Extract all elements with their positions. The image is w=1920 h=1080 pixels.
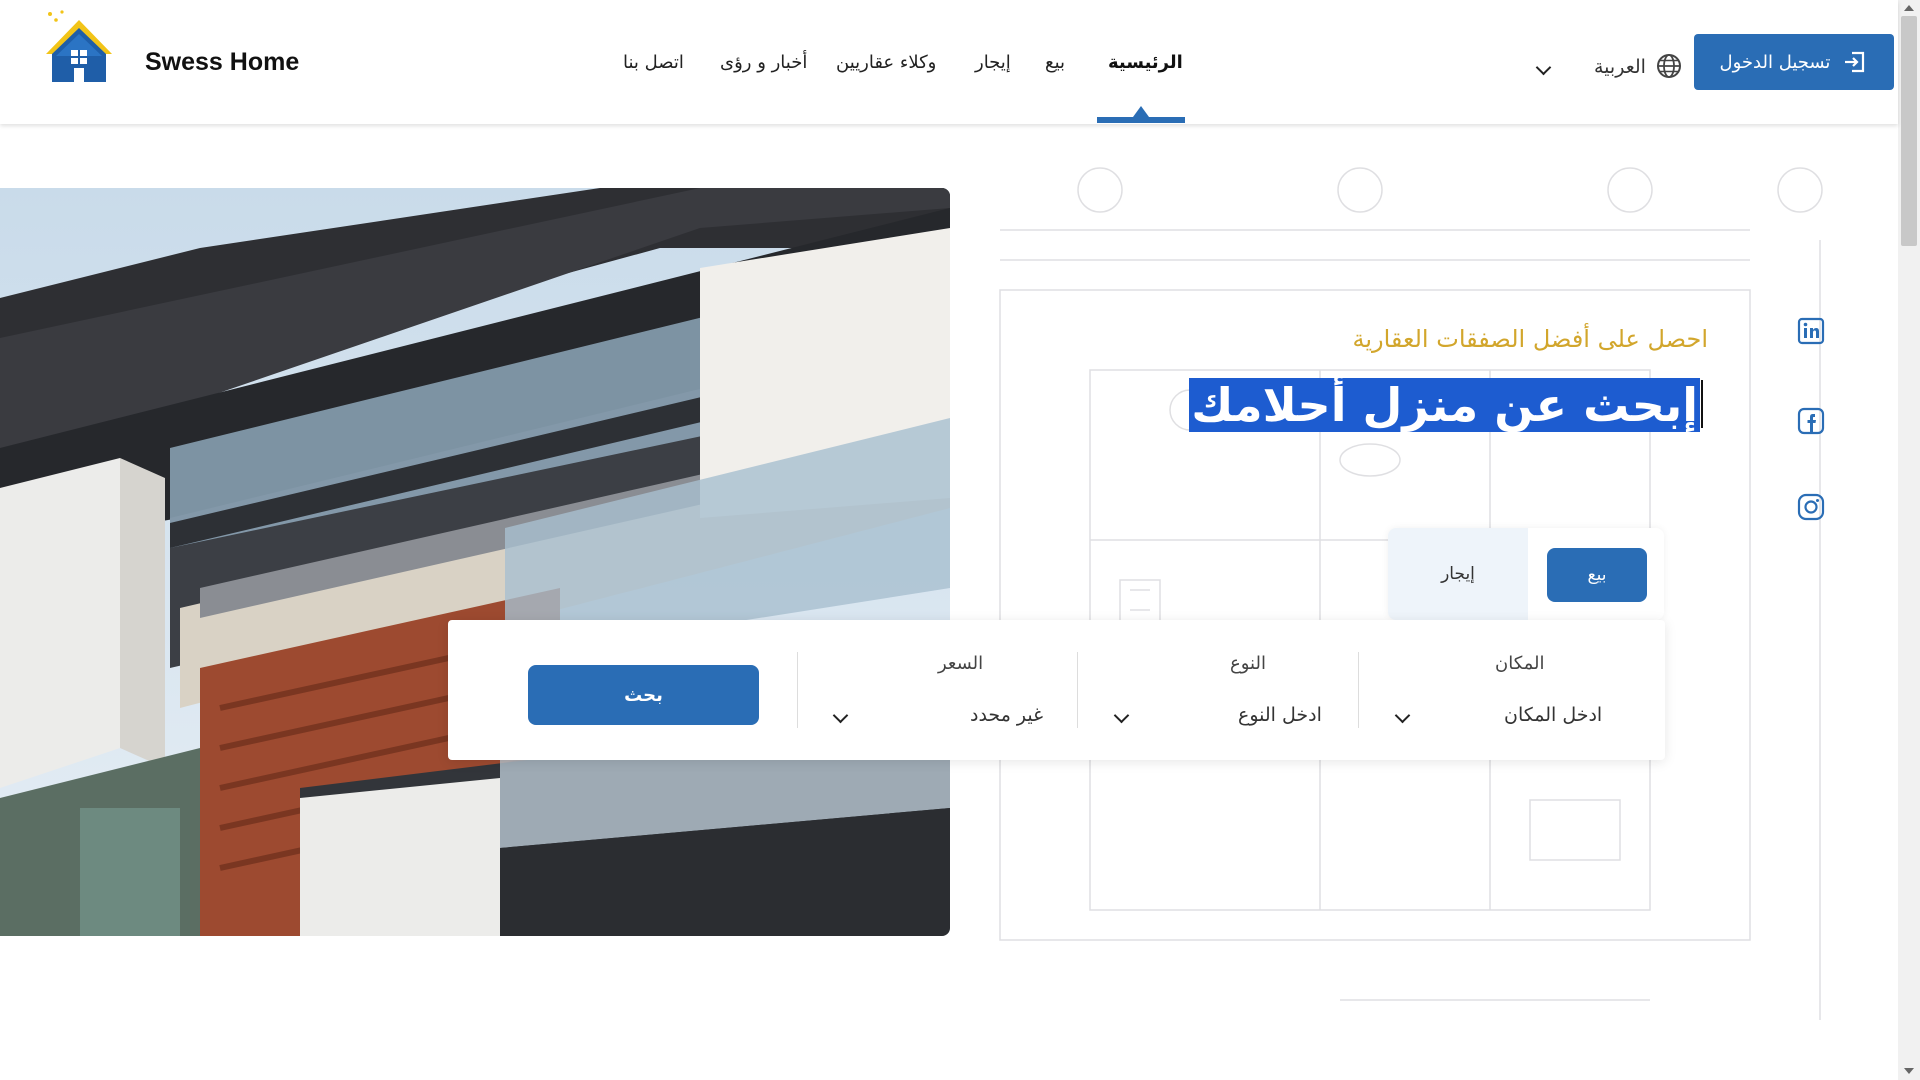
field-divider — [1358, 652, 1359, 728]
hero-headline: إبحث عن منزل أحلامك — [1189, 378, 1700, 432]
logo-house-icon[interactable] — [42, 8, 116, 84]
login-button[interactable]: تسجيل الدخول — [1694, 34, 1894, 90]
type-label: النوع — [1230, 653, 1266, 674]
hero-subtitle: احصل على أفضل الصفقات العقارية — [1352, 325, 1708, 353]
nav-news[interactable]: أخبار و رؤى — [720, 52, 807, 73]
type-select[interactable]: ادخل النوع — [1238, 704, 1322, 726]
price-select[interactable]: غير محدد — [970, 704, 1043, 726]
site-header: Swess Home الرئيسية بيع إيجار وكلاء عقار… — [0, 0, 1898, 124]
location-label: المكان — [1495, 653, 1545, 674]
language-selector[interactable]: العربية — [1594, 56, 1646, 78]
building-hero-image — [0, 188, 950, 936]
price-label: السعر — [938, 653, 984, 674]
login-button-label: تسجيل الدخول — [1719, 51, 1831, 73]
field-divider — [797, 652, 798, 728]
nav-active-caret — [1133, 106, 1149, 117]
scroll-down-arrow-icon[interactable] — [1904, 1068, 1914, 1074]
location-select[interactable]: ادخل المكان — [1504, 704, 1602, 726]
nav-contact[interactable]: اتصل بنا — [623, 52, 684, 73]
brand-name[interactable]: Swess Home — [145, 48, 299, 77]
tab-sale[interactable]: بيع — [1547, 548, 1647, 602]
globe-icon[interactable] — [1656, 53, 1682, 79]
field-divider — [1077, 652, 1078, 728]
facebook-icon[interactable] — [1797, 407, 1825, 435]
nav-sale[interactable]: بيع — [1045, 52, 1065, 73]
text-cursor — [1701, 380, 1703, 428]
nav-home[interactable]: الرئيسية — [1108, 52, 1183, 73]
instagram-icon[interactable] — [1797, 493, 1825, 521]
scrollbar-thumb[interactable] — [1901, 16, 1917, 246]
nav-agents[interactable]: وكلاء عقاريين — [836, 52, 936, 73]
linkedin-icon[interactable] — [1797, 317, 1825, 345]
nav-active-indicator — [1097, 117, 1185, 123]
language-chevron-down-icon[interactable] — [1535, 59, 1552, 76]
tab-rent[interactable]: إيجار — [1388, 528, 1528, 620]
nav-rent[interactable]: إيجار — [975, 52, 1011, 73]
scroll-up-arrow-icon[interactable] — [1904, 5, 1914, 11]
login-arrow-icon — [1845, 51, 1865, 73]
search-button[interactable]: بحث — [528, 665, 759, 725]
